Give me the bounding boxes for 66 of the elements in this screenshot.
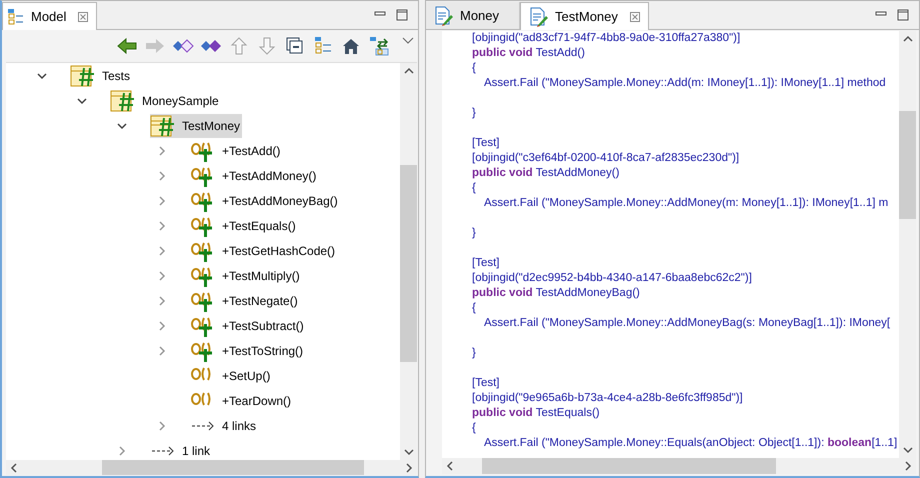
code-line: } [472, 107, 476, 119]
scroll-left-icon[interactable] [446, 461, 454, 471]
document-pencil-icon [434, 6, 454, 26]
scroll-right-icon[interactable] [405, 462, 413, 472]
close-icon[interactable] [630, 12, 640, 22]
vertical-scrollbar[interactable] [899, 31, 916, 458]
view-tab[interactable]: Model [2, 2, 98, 30]
tree-item[interactable]: +TestMultiply() [190, 264, 302, 288]
scroll-right-icon[interactable] [904, 461, 912, 471]
tree-item[interactable]: +TestGetHashCode() [190, 238, 338, 262]
code-line: [objingid("9e965a6b-b73a-4ce4-a28b-8e6fc3ff985d")] [472, 392, 743, 404]
close-icon[interactable] [78, 12, 88, 22]
code-line: [Test] [472, 137, 500, 149]
scroll-left-icon[interactable] [10, 462, 18, 472]
dashed-arrow-icon [191, 420, 215, 430]
tree-item[interactable]: 1 link [150, 438, 212, 460]
code-line: { [472, 62, 476, 74]
tree-item[interactable]: 4 links [190, 414, 258, 438]
scroll-down-icon[interactable] [404, 448, 414, 456]
code-line: [objingid("c3ef64bf-0200-410f-8ca7-af2835ec230d")] [472, 152, 740, 164]
scroll-down-icon[interactable] [902, 446, 912, 454]
code-line: } [472, 227, 476, 239]
package-icon [110, 88, 136, 112]
maximize-icon[interactable] [897, 9, 909, 21]
tree-item[interactable]: MoneySample [110, 88, 221, 112]
code-line: { [472, 422, 476, 434]
code-line: { [472, 302, 476, 314]
tree-item[interactable]: +TearDown() [190, 388, 294, 412]
tree-item[interactable]: +TestToString() [190, 338, 306, 362]
tree-item[interactable]: +TestAdd() [190, 138, 282, 162]
tree-item[interactable]: +TestAddMoney() [190, 164, 318, 188]
code-line: } [472, 347, 476, 359]
code-line: public void TestAddMoneyBag() [472, 287, 640, 299]
code-line: Assert.Fail ("MoneySample.Money::AddMoneyBag(s: MoneyBag[1..1]): IMoney[ [484, 317, 890, 329]
class-icon [150, 114, 176, 138]
dashed-arrow-icon [151, 446, 175, 456]
code-line: public void TestEquals() [472, 407, 600, 419]
tree-item[interactable]: +TestNegate() [190, 288, 300, 312]
code-line: public void TestAdd() [472, 47, 585, 59]
tree-item[interactable]: Tests [70, 64, 132, 88]
tree-item[interactable]: +TestSubtract() [190, 314, 306, 338]
document-pencil-icon [529, 6, 550, 26]
tree-item[interactable]: +TestEquals() [190, 214, 298, 238]
tree-item[interactable]: +TestAddMoneyBag() [190, 188, 340, 212]
code-line: [Test] [472, 377, 500, 389]
code-line: Assert.Fail ("MoneySample.Money::AddMoney(m: Money[1..1]): IMoney[1..1] m [484, 197, 888, 209]
code-line: [objingid("ad83cf71-94f7-4bb8-9a0e-310ffa27a380")] [472, 32, 740, 44]
horizontal-scrollbar[interactable] [6, 460, 417, 475]
scroll-up-icon[interactable] [902, 35, 912, 43]
editor-tab[interactable]: Money [426, 2, 520, 29]
horizontal-scrollbar[interactable] [442, 458, 916, 474]
tree-item[interactable]: +SetUp() [190, 364, 272, 388]
code-line: [Test] [472, 257, 500, 269]
code-line: public void TestAddMoney() [472, 167, 620, 179]
code-line: Assert.Fail ("MoneySample.Money::Equals(anObject: Object[1..1]): boolean[1..1] [484, 437, 898, 449]
editor-tab[interactable]: TestMoney [520, 2, 649, 30]
maximize-icon[interactable] [396, 9, 408, 21]
view-menu-icon[interactable] [402, 36, 414, 46]
scroll-up-icon[interactable] [404, 67, 414, 75]
tree-icon [7, 8, 25, 26]
code-line: [objingid("d2ec9952-b4bb-4340-a147-6baa8ebc62c2")] [472, 272, 752, 284]
vertical-scrollbar[interactable] [400, 63, 417, 460]
code-line: { [472, 182, 476, 194]
package-icon [70, 64, 96, 88]
code-line: Assert.Fail ("MoneySample.Money::Add(m: IMoney[1..1]): IMoney[1..1] method [484, 77, 886, 89]
tree-item[interactable]: TestMoney [150, 114, 242, 138]
